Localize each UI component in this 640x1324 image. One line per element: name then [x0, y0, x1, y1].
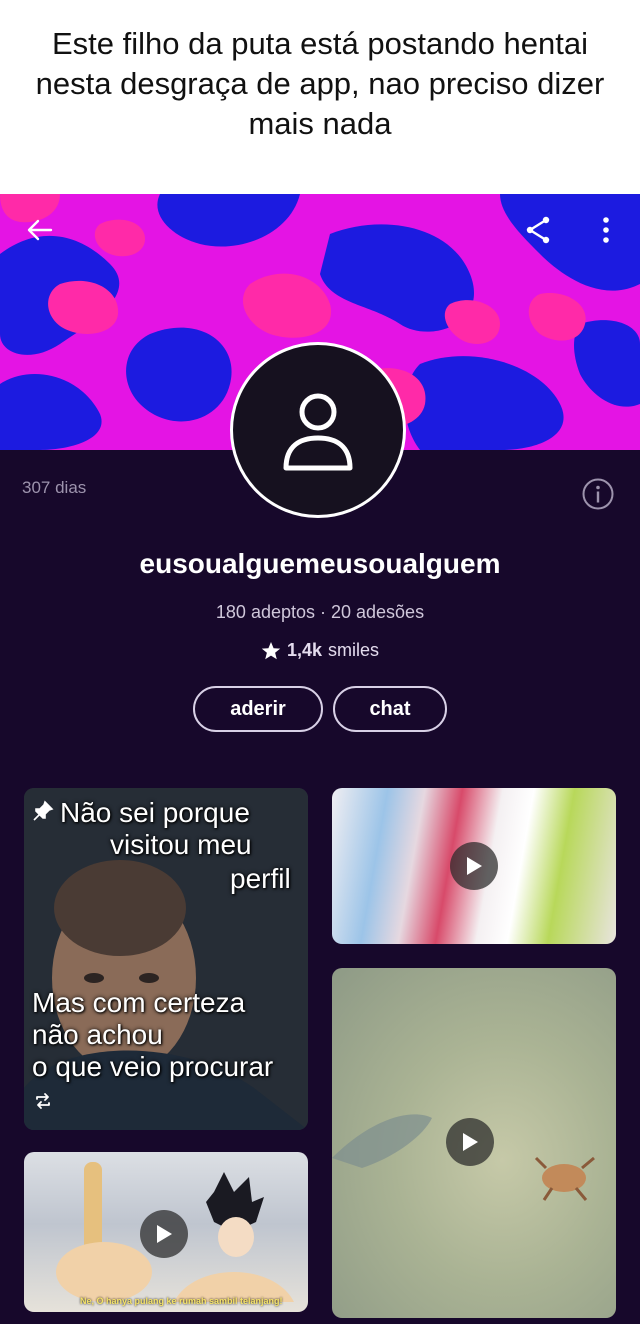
play-button[interactable] [450, 842, 498, 890]
smiles-count: 1,4k smiles [0, 640, 640, 661]
play-icon [463, 1133, 478, 1151]
post-card-video[interactable] [332, 788, 616, 944]
profile-avatar[interactable] [230, 342, 406, 518]
info-button[interactable] [581, 477, 615, 511]
back-arrow-icon [27, 219, 53, 241]
repost-icon [36, 1093, 50, 1109]
play-button[interactable] [446, 1118, 494, 1166]
chat-button[interactable]: chat [333, 686, 447, 732]
join-button[interactable]: aderir [193, 686, 323, 732]
play-icon [467, 857, 482, 875]
smiles-label: smiles [328, 640, 380, 660]
post-card-video[interactable]: Ne, O hanya pulang ke rumah sambil telan… [24, 1152, 308, 1312]
post-text-line: não achou [32, 1019, 163, 1050]
play-icon [157, 1225, 172, 1243]
meme-caption: Este filho da puta está postando hentai … [0, 0, 640, 194]
post-text-line: o que veio procurar [32, 1051, 274, 1082]
post-text-line: visitou meu [110, 829, 252, 860]
video-subtitle: Ne, O hanya pulang ke rumah sambil telan… [80, 1296, 283, 1306]
member-days: 307 dias [22, 478, 87, 497]
back-button[interactable] [18, 208, 62, 252]
post-text-line: Não sei porque [60, 797, 250, 828]
info-icon [582, 478, 614, 510]
caption-text: Este filho da puta está postando hentai … [35, 26, 605, 141]
more-options-button[interactable] [586, 208, 626, 252]
pin-icon [33, 800, 54, 821]
play-button[interactable] [140, 1210, 188, 1258]
smiles-value: 1,4k [286, 640, 323, 660]
post-card-pinned[interactable]: Não sei porque visitou meu perfil Mas co… [24, 788, 308, 1130]
post-text-line: Mas com certeza [32, 987, 246, 1018]
profile-username: eusoualguemeusoualguem [139, 548, 501, 579]
star-icon [261, 641, 281, 659]
share-button[interactable] [516, 208, 560, 252]
share-icon [526, 216, 550, 244]
default-user-icon [283, 393, 353, 471]
more-vertical-icon [603, 217, 609, 243]
profile-stats: 180 adeptos · 20 adesões [215, 602, 425, 622]
post-text-line: perfil [230, 863, 291, 894]
post-card-video[interactable] [332, 968, 616, 1318]
